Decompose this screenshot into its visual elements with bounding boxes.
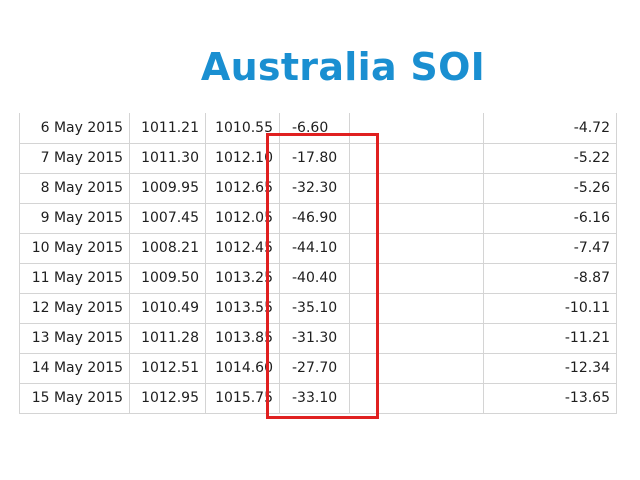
darwin-pressure-cell: 1012.05	[205, 202, 280, 234]
daily-soi-cell: -33.10	[279, 382, 350, 414]
tahiti-pressure-cell: 1012.95	[129, 382, 206, 414]
table-row: 14 May 20151012.511014.60-27.70-12.34-7.…	[19, 352, 617, 384]
avg-30-day-cell: -7.47	[483, 232, 617, 264]
table-row: 6 May 20151011.211010.55-6.60-4.72-4.77	[19, 113, 617, 144]
avg-30-day-cell: -4.72	[483, 113, 617, 144]
avg-30-day-cell: -8.87	[483, 262, 617, 294]
date-cell: 6 May 2015	[19, 113, 130, 144]
darwin-pressure-cell: 1012.10	[205, 142, 280, 174]
daily-soi-cell: -32.30	[279, 172, 350, 204]
empty-cell	[349, 232, 484, 264]
darwin-pressure-cell: 1015.75	[205, 382, 280, 414]
empty-cell	[349, 352, 484, 384]
avg-30-day-cell: -5.26	[483, 172, 617, 204]
daily-soi-cell: -40.40	[279, 262, 350, 294]
date-cell: 14 May 2015	[19, 352, 130, 384]
table-row: 7 May 20151011.301012.10-17.80-5.22-4.90	[19, 142, 617, 174]
tahiti-pressure-cell: 1007.45	[129, 202, 206, 234]
tahiti-pressure-cell: 1012.51	[129, 352, 206, 384]
date-cell: 8 May 2015	[19, 172, 130, 204]
tahiti-pressure-cell: 1010.49	[129, 292, 206, 324]
table-row: 10 May 20151008.211012.45-44.10-7.47-6.1…	[19, 232, 617, 264]
date-cell: 9 May 2015	[19, 202, 130, 234]
daily-soi-cell: -35.10	[279, 292, 350, 324]
date-cell: 15 May 2015	[19, 382, 130, 414]
daily-soi-cell: -31.30	[279, 322, 350, 354]
date-cell: 13 May 2015	[19, 322, 130, 354]
avg-30-day-cell: -11.21	[483, 322, 617, 354]
table-row: 13 May 20151011.281013.85-31.30-11.21-7.…	[19, 322, 617, 354]
empty-cell	[349, 113, 484, 144]
darwin-pressure-cell: 1013.55	[205, 292, 280, 324]
empty-cell	[349, 292, 484, 324]
soi-table: 6 May 20151011.211010.55-6.60-4.72-4.777…	[19, 113, 617, 414]
daily-soi-cell: -44.10	[279, 232, 350, 264]
daily-soi-cell: -6.60	[279, 113, 350, 144]
table-row: 9 May 20151007.451012.05-46.90-6.16-5.66	[19, 202, 617, 234]
darwin-pressure-cell: 1010.55	[205, 113, 280, 144]
darwin-pressure-cell: 1012.65	[205, 172, 280, 204]
empty-cell	[349, 202, 484, 234]
avg-30-day-cell: -13.65	[483, 382, 617, 414]
darwin-pressure-cell: 1012.45	[205, 232, 280, 264]
tahiti-pressure-cell: 1011.28	[129, 322, 206, 354]
page-title: Australia SOI	[200, 45, 486, 89]
daily-soi-cell: -17.80	[279, 142, 350, 174]
empty-cell	[349, 262, 484, 294]
date-cell: 7 May 2015	[19, 142, 130, 174]
empty-cell	[349, 322, 484, 354]
avg-30-day-cell: -5.22	[483, 142, 617, 174]
empty-cell	[349, 142, 484, 174]
tahiti-pressure-cell: 1009.95	[129, 172, 206, 204]
daily-soi-cell: -46.90	[279, 202, 350, 234]
empty-cell	[349, 172, 484, 204]
date-cell: 10 May 2015	[19, 232, 130, 264]
avg-30-day-cell: -10.11	[483, 292, 617, 324]
tahiti-pressure-cell: 1009.50	[129, 262, 206, 294]
table-row: 11 May 20151009.501013.25-40.40-8.87-6.5…	[19, 262, 617, 294]
table-row: 8 May 20151009.951012.65-32.30-5.26-5.18	[19, 172, 617, 204]
darwin-pressure-cell: 1013.25	[205, 262, 280, 294]
empty-cell	[349, 382, 484, 414]
tahiti-pressure-cell: 1011.30	[129, 142, 206, 174]
tahiti-pressure-cell: 1011.21	[129, 113, 206, 144]
date-cell: 11 May 2015	[19, 262, 130, 294]
darwin-pressure-cell: 1014.60	[205, 352, 280, 384]
date-cell: 12 May 2015	[19, 292, 130, 324]
avg-30-day-cell: -6.16	[483, 202, 617, 234]
table-row: 15 May 20151012.951015.75-33.10-13.65-7.…	[19, 382, 617, 414]
table-row: 12 May 20151010.491013.55-35.10-10.11-6.…	[19, 292, 617, 324]
avg-30-day-cell: -12.34	[483, 352, 617, 384]
darwin-pressure-cell: 1013.85	[205, 322, 280, 354]
tahiti-pressure-cell: 1008.21	[129, 232, 206, 264]
daily-soi-cell: -27.70	[279, 352, 350, 384]
soi-table-body: 6 May 20151011.211010.55-6.60-4.72-4.777…	[19, 113, 617, 414]
